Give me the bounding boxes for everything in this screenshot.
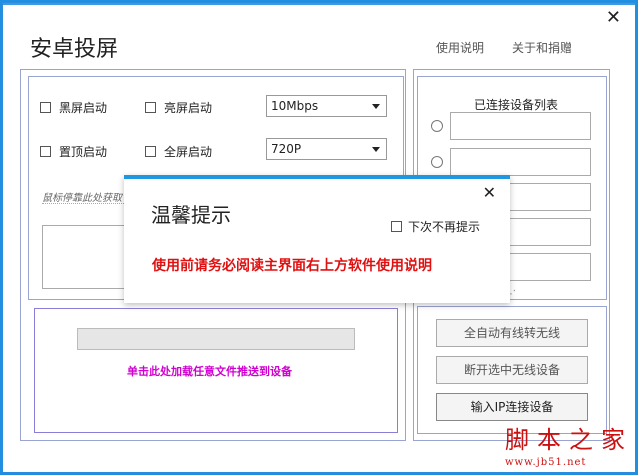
device-list-title: 已连接设备列表 (474, 98, 559, 112)
chevron-down-icon[interactable] (372, 147, 380, 152)
bright-screen-checkbox[interactable]: 亮屏启动 (145, 99, 212, 116)
window-close-icon[interactable]: ✕ (606, 9, 621, 27)
on-top-checkbox[interactable]: 置顶启动 (40, 143, 107, 160)
auto-wireless-button[interactable]: 全自动有线转无线 (436, 319, 588, 347)
chevron-down-icon[interactable] (372, 104, 380, 109)
on-top-label: 置顶启动 (59, 145, 108, 159)
black-screen-label: 黑屏启动 (59, 101, 108, 115)
checkbox-box[interactable] (40, 146, 51, 157)
device-slot[interactable] (450, 112, 591, 140)
dialog-message: 使用前请务必阅读主界面右上方软件使用说明 (152, 258, 432, 274)
app-title: 安卓投屏 (30, 37, 119, 62)
dialog-close-icon[interactable]: ✕ (483, 183, 496, 202)
disconnect-wireless-button[interactable]: 断开选中无线设备 (436, 356, 588, 384)
black-screen-checkbox[interactable]: 黑屏启动 (40, 99, 107, 116)
resolution-value: 720P (271, 142, 302, 156)
checkbox-box[interactable] (391, 221, 402, 232)
device-slot[interactable] (450, 148, 591, 176)
dont-show-again-checkbox[interactable]: 下次不再提示 (391, 218, 480, 235)
push-progress-bar (77, 328, 355, 350)
bright-screen-label: 亮屏启动 (164, 101, 213, 115)
fullscreen-checkbox[interactable]: 全屏启动 (145, 143, 212, 160)
tip-dialog: 温馨提示 ✕ 下次不再提示 使用前请务必阅读主界面右上方软件使用说明 (124, 175, 510, 303)
watermark-text: 脚本之家 (505, 426, 633, 454)
log-textarea[interactable] (42, 225, 128, 289)
checkbox-box[interactable] (145, 146, 156, 157)
fullscreen-label: 全屏启动 (164, 145, 213, 159)
bitrate-select[interactable]: 10Mbps (266, 95, 387, 117)
device-radio[interactable] (431, 156, 443, 168)
site-watermark: 脚本之家 www.jb51.net (505, 420, 633, 468)
about-donate-link[interactable]: 关于和捐赠 (512, 39, 572, 56)
resolution-select[interactable]: 720P (266, 138, 387, 160)
help-link[interactable]: 使用说明 (436, 39, 484, 56)
title-bar-line (3, 3, 635, 5)
ip-connect-button[interactable]: 输入IP连接设备 (436, 393, 588, 421)
watermark-url: www.jb51.net (505, 457, 587, 468)
dialog-title: 温馨提示 (151, 203, 231, 227)
push-file-link[interactable]: 单击此处加载任意文件推送到设备 (127, 363, 292, 379)
bitrate-value: 10Mbps (271, 99, 319, 113)
dont-show-again-label: 下次不再提示 (408, 220, 481, 234)
device-radio[interactable] (431, 120, 443, 132)
checkbox-box[interactable] (145, 102, 156, 113)
checkbox-box[interactable] (40, 102, 51, 113)
